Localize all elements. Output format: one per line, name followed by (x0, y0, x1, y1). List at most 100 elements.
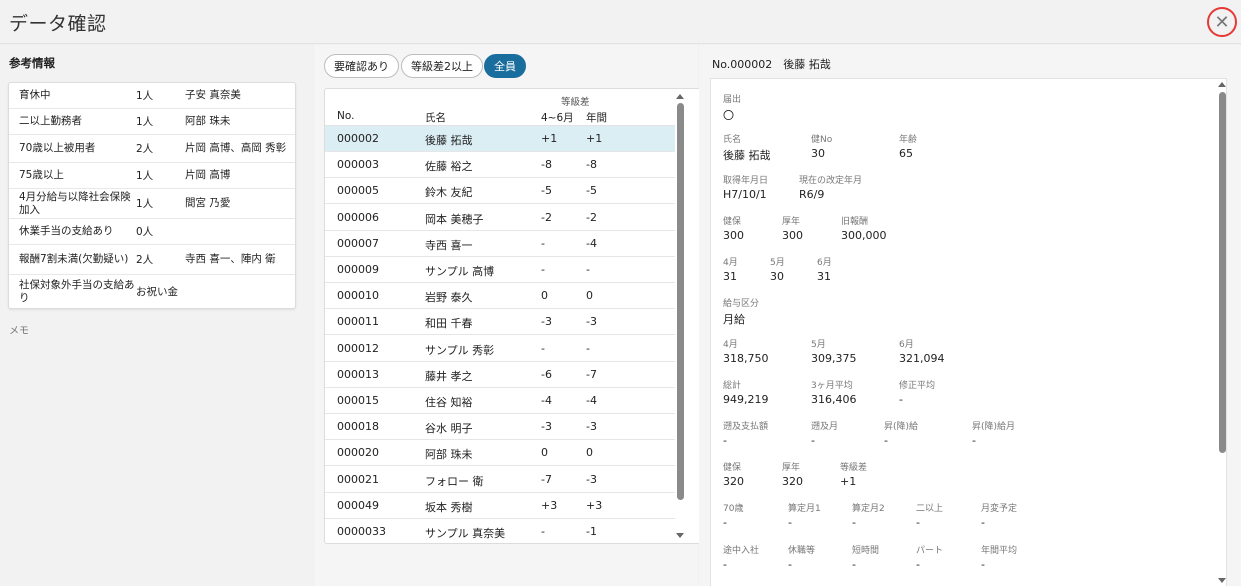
scroll-thumb[interactable] (677, 103, 684, 500)
table-row[interactable]: 000015 住谷 知裕 -4 -4 (325, 388, 675, 414)
annual-grade-cell: -3 (586, 472, 597, 486)
reference-item: 75歳以上 (19, 169, 64, 181)
table-row[interactable]: 000018 谷水 明子 -3 -3 (325, 414, 675, 441)
annual-grade-cell: -3 (586, 315, 597, 329)
employee-name-cell: 和田 千春 (425, 317, 473, 331)
reference-count: お祝い金 (136, 286, 178, 298)
field-label: 給与区分 (723, 299, 760, 309)
field-value: 316,406 (811, 393, 857, 406)
field-label: 二以上 (916, 504, 944, 514)
annual-grade-cell: 0 (586, 446, 593, 460)
field-value: 〇 (723, 109, 734, 122)
table-row[interactable]: 000013 藤井 孝之 -6 -7 (325, 362, 675, 388)
table-row[interactable]: 000049 坂本 秀樹 +3 +3 (325, 493, 675, 519)
table-row[interactable]: 000009 サンプル 高博 - - (325, 257, 675, 283)
field-value: - (852, 516, 856, 529)
field-value: 31 (723, 270, 737, 283)
scroll-down-icon[interactable] (1218, 578, 1226, 583)
retro-amount-field: 遡及支払額 - (723, 419, 768, 447)
annual-grade-cell: -4 (586, 394, 597, 407)
table-row[interactable]: 000005 鈴木 友紀 -5 -5 (325, 178, 675, 205)
table-row[interactable]: 000006 岡本 美穂子 -2 -2 (325, 205, 675, 231)
reference-row: 社保対象外手当の支給あり お祝い金 (9, 275, 295, 308)
detail-panel: No.000002 後藤 拓哉 届出 〇 氏名 後藤 拓哉 健No 30 年齢 … (699, 45, 1241, 586)
employee-name-cell: 岡本 美穂子 (425, 212, 484, 226)
field-label: 現在の改定年月 (799, 176, 863, 186)
leave-field: 休職等 - (788, 543, 815, 571)
table-row[interactable]: 000003 佐藤 裕之 -8 -8 (325, 152, 675, 179)
field-value: 309,375 (811, 352, 857, 365)
scroll-up-icon[interactable] (1218, 82, 1226, 87)
reference-panel: 参考情報 育休中 1人 子安 真奈美 二以上勤務者 1人 阿部 珠未 70歳以上… (0, 45, 313, 586)
pay-type-field: 給与区分 月給 (723, 296, 759, 327)
field-value: 320 (782, 475, 803, 488)
employee-name-cell: サンプル 真奈美 (425, 527, 506, 540)
reference-item: 社保対象外手当の支給あり (19, 278, 135, 304)
employee-name-cell: 坂本 秀樹 (425, 500, 473, 514)
employee-no-cell: 000015 (337, 394, 379, 407)
field-label: 旧報酬 (841, 217, 869, 227)
filter-needs-check-button[interactable]: 要確認あり (324, 54, 399, 78)
apr-jun-grade-cell: -7 (541, 472, 552, 486)
employee-no-cell: 000049 (337, 498, 379, 512)
page-title: データ確認 (9, 13, 107, 35)
reference-row: 休業手当の支給あり 0人 (9, 219, 295, 245)
adj-avg-field: 修正平均 - (899, 378, 935, 406)
grade-diff-field: 等級差 +1 (840, 460, 867, 488)
age-field: 年齢 65 (899, 132, 917, 160)
reference-table: 育休中 1人 子安 真奈美 二以上勤務者 1人 阿部 珠未 70歳以上被用者 2… (8, 82, 296, 309)
scroll-down-icon[interactable] (676, 533, 684, 538)
annual-grade-cell: -2 (586, 210, 597, 224)
field-label: 昇(降)給月 (972, 422, 1016, 432)
filter-grade-diff-button[interactable]: 等級差2以上 (401, 54, 483, 78)
annual-grade-cell: -3 (586, 420, 597, 434)
retro-month-field: 遡及月 - (811, 419, 838, 447)
list-scrollbar[interactable] (676, 89, 685, 543)
scroll-up-icon[interactable] (676, 94, 684, 99)
field-label: 年間平均 (981, 546, 1018, 556)
table-row[interactable]: 000011 和田 千春 -3 -3 (325, 309, 675, 336)
days-may-field: 5月 30 (770, 255, 785, 283)
table-row[interactable]: 000002 後藤 拓哉 +1 +1 (325, 126, 675, 152)
table-row[interactable]: 000021 フォロー 衛 -7 -3 (325, 467, 675, 493)
field-value: 318,750 (723, 352, 769, 365)
field-value: 300 (782, 229, 803, 242)
table-row[interactable]: 000007 寺西 喜一 - -4 (325, 231, 675, 257)
field-label: 修正平均 (899, 381, 936, 391)
apr-jun-grade-cell: -5 (541, 184, 552, 198)
table-row[interactable]: 000010 岩野 泰久 0 0 (325, 283, 675, 310)
employee-no-cell: 000006 (337, 210, 379, 224)
filter-all-button[interactable]: 全員 (484, 54, 526, 78)
field-label: 健保 (723, 217, 742, 227)
field-value: - (723, 558, 727, 571)
part-time-field: パート - (916, 543, 943, 571)
field-value: - (788, 558, 792, 571)
reference-item: 報酬7割未満(欠勤疑い) (19, 253, 129, 265)
age70-field: 70歳 - (723, 501, 743, 529)
employee-no-cell: 000018 (337, 420, 379, 434)
table-row[interactable]: 0000033 サンプル 真奈美 - -1 (325, 519, 675, 543)
name-field: 氏名 後藤 拓哉 (723, 132, 771, 163)
reference-row: 4月分給与以降社会保険加入 1人 間宮 乃愛 (9, 189, 295, 219)
field-value: H7/10/1 (723, 188, 767, 201)
employee-name-cell: 鈴木 友紀 (425, 186, 473, 200)
annual-grade-cell: +3 (586, 498, 603, 512)
detail-scrollbar[interactable] (1218, 79, 1226, 586)
acquired-date-field: 取得年月日 H7/10/1 (723, 173, 768, 201)
employee-name-cell: 住谷 知裕 (425, 396, 473, 409)
employee-no-cell: 000005 (337, 184, 379, 198)
field-label: パート (916, 546, 944, 556)
scroll-thumb[interactable] (1219, 92, 1226, 453)
close-button[interactable]: ✕ (1207, 7, 1237, 37)
apr-jun-grade-cell: - (541, 525, 545, 538)
table-row[interactable]: 000020 阿部 珠未 0 0 (325, 440, 675, 467)
pay-jun-field: 6月 321,094 (899, 337, 945, 365)
employee-name-cell: 寺西 喜一 (425, 238, 473, 252)
table-row[interactable]: 000012 サンプル 秀彰 - - (325, 336, 675, 362)
no-column-header: No. (337, 110, 355, 122)
current-revision-field: 現在の改定年月 R6/9 (799, 173, 862, 201)
reference-names: 阿部 珠未 (185, 115, 231, 127)
reference-title: 参考情報 (9, 56, 55, 70)
reference-item: 二以上勤務者 (19, 115, 82, 127)
field-label: 遡及月 (811, 422, 839, 432)
